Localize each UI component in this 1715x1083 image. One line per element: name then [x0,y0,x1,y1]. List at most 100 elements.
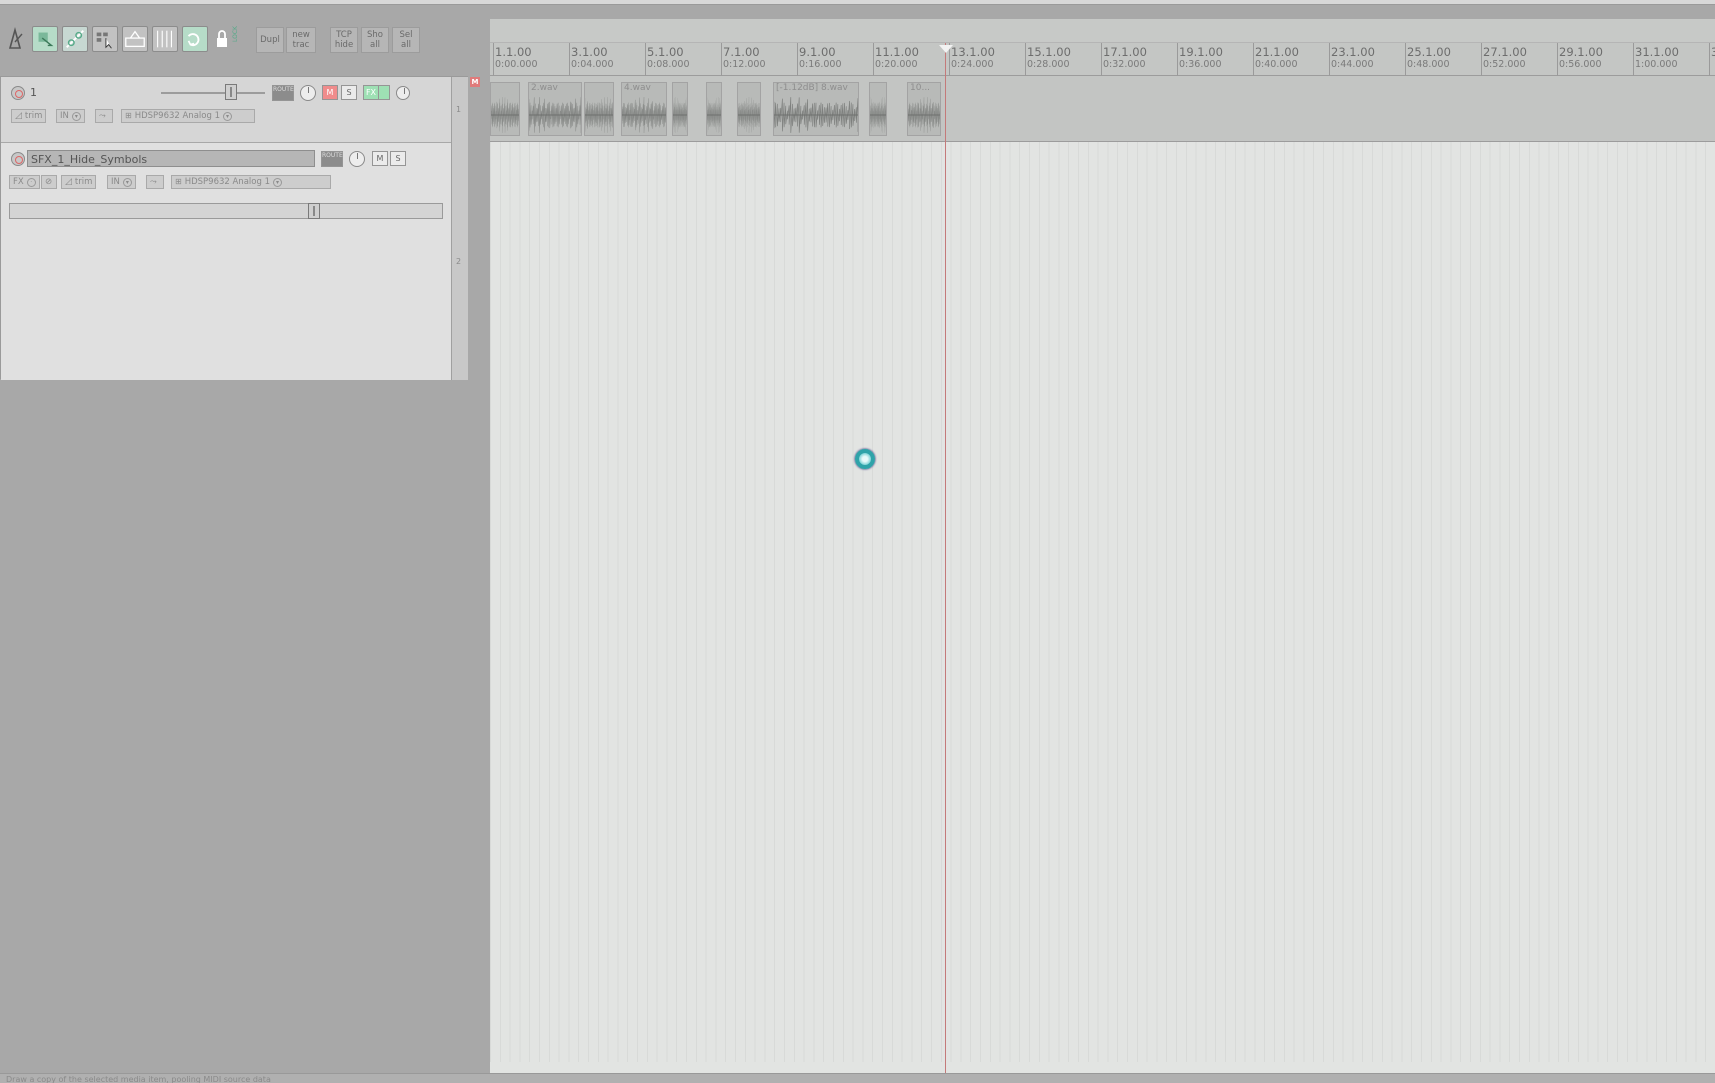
volume-fader-handle[interactable] [225,84,237,100]
ruler-tick [1101,43,1102,76]
ruler-tick [1025,43,1026,76]
route-button[interactable]: ROUTE [272,85,294,101]
ruler-tick [1329,43,1330,76]
show-all-button[interactable]: Sho all [361,27,389,53]
select-all-button[interactable]: Sel all [392,27,420,53]
mute-button[interactable]: M [322,85,338,100]
envelope-link-icon[interactable] [62,26,88,52]
chevron-down-icon: ▾ [272,177,282,187]
media-item[interactable] [869,82,887,136]
media-item[interactable] [672,82,688,136]
timeline-ruler[interactable]: 1.1.00 0:00.000 3.1.00 0:04.000 5.1.00 0:08.0… [490,43,1715,76]
new-track-button[interactable]: new trac [286,27,316,53]
input-device-select[interactable]: ⊞ HDSP9632 Analog 1 ▾ [171,175,331,189]
media-item[interactable]: [-1.12dB] 8.wav [773,82,859,136]
ruler-bar-label: 27.1.00 [1483,45,1527,59]
fx-button[interactable]: FX [363,85,379,100]
media-item[interactable] [490,82,520,136]
volume-fader-handle[interactable] [308,203,320,219]
title-strip [0,0,1715,5]
volume-fader-track[interactable] [9,203,443,219]
ruler-bar-label: 13.1.00 [951,45,995,59]
ruler-time-label: 0:36.000 [1179,59,1222,70]
auto-crossfade-icon[interactable] [32,26,58,52]
input-monitor-chip[interactable]: IN ▾ [107,175,136,189]
ruler-time-label: 0:28.000 [1027,59,1070,70]
route-button[interactable]: ROUTE [321,151,343,167]
ruler-bar-label: 15.1.00 [1027,45,1071,59]
snap-grid-icon[interactable] [152,26,178,52]
pan-knob[interactable] [300,85,316,101]
trim-automation-chip[interactable]: ◿ trim [61,175,97,189]
media-item[interactable]: 4.wav [621,82,667,136]
ruler-tick [1633,43,1634,76]
media-item[interactable]: 2.wav [528,82,582,136]
ruler-time-label: 0:56.000 [1559,59,1602,70]
phase-icon[interactable]: ⊘ [41,175,57,189]
status-text: Draw a copy of the selected media item, … [6,1075,271,1083]
input-jack-icon: ⊞ [125,111,132,120]
pan-knob[interactable] [349,151,365,167]
phase-icon[interactable] [396,86,410,100]
fx-bypass-icon[interactable] [378,85,390,100]
dropdown-icon: ▾ [71,111,81,121]
ruler-bar-label: 33 [1711,45,1715,59]
input-fx-icon[interactable]: ⤳ [95,109,113,123]
envelope-icon: ◿ [15,111,22,121]
duplicate-button[interactable]: Dupl [256,27,284,53]
track-2-header[interactable]: SFX_1_Hide_Symbols ROUTE M S FX · ⊘ ◿ trim… [1,143,451,380]
track-number: 1 [456,105,462,114]
solo-button[interactable]: S [390,151,406,166]
ruler-tick [1177,43,1178,76]
waveform [908,97,940,133]
input-fx-icon[interactable]: ⤳ [146,175,164,189]
edit-cursor-marker[interactable] [939,45,953,53]
media-item[interactable] [584,82,614,136]
edit-cursor[interactable] [945,43,946,1073]
record-arm-button[interactable] [11,86,25,100]
input-device-select[interactable]: ⊞ HDSP9632 Analog 1 ▾ [121,109,255,123]
media-item[interactable]: 10... [907,82,941,136]
chevron-down-icon: ▾ [222,111,232,121]
lock-icon[interactable]: LOCK [212,25,239,52]
track-name[interactable]: 1 [27,84,157,101]
ripple-edit-icon[interactable] [122,26,148,52]
media-item-label: 10... [910,83,931,93]
volume-fader-track[interactable] [161,92,265,94]
tcp-hide-button[interactable]: TCP hide [330,27,358,53]
waveform [673,96,687,134]
record-arm-button[interactable] [11,152,25,166]
ruler-bar-label: 1.1.00 [495,45,532,59]
ruler-tick [1557,43,1558,76]
metronome-icon[interactable] [2,26,28,52]
track-control-panel: 1 ROUTE M S FX ◿ trim IN ▾ ⤳ ⊞ HDSP9632 Ana… [0,76,468,380]
grid-cursor-icon[interactable] [92,26,118,52]
input-monitor-chip[interactable]: IN ▾ [56,109,85,123]
waveform [774,97,858,133]
waveform [738,96,760,134]
loop-icon[interactable] [182,26,208,52]
ruler-time-label: 0:20.000 [875,59,918,70]
mute-button[interactable]: M [372,151,388,166]
arrange-view[interactable]: 1.1.00 0:00.000 3.1.00 0:04.000 5.1.00 0:08.0… [490,19,1715,1073]
master-indicator[interactable]: M [470,77,480,87]
track-1-lane[interactable]: 2.wav 4.wav [-1.12dB] 8.wav 10... [490,76,1715,142]
solo-button[interactable]: S [341,85,357,100]
ruler-tick [569,43,570,76]
track-2-lane[interactable] [490,142,1715,1062]
fx-chip[interactable]: FX · [9,175,40,189]
track-1-header[interactable]: 1 ROUTE M S FX ◿ trim IN ▾ ⤳ ⊞ HDSP9632 Ana… [1,77,451,143]
ruler-bar-label: 31.1.00 [1635,45,1679,59]
media-item[interactable] [706,82,722,136]
media-item[interactable] [737,82,761,136]
ruler-time-label: 0:00.000 [495,59,538,70]
ruler-time-label: 0:32.000 [1103,59,1146,70]
ruler-time-label: 0:12.000 [723,59,766,70]
track-name[interactable]: SFX_1_Hide_Symbols [27,150,315,167]
waveform [707,96,721,134]
waveform [585,97,613,133]
trim-automation-chip[interactable]: ◿ trim [11,109,47,123]
ruler-bar-label: 3.1.00 [571,45,608,59]
arrange-header-strip [490,19,1715,43]
ruler-tick [721,43,722,76]
